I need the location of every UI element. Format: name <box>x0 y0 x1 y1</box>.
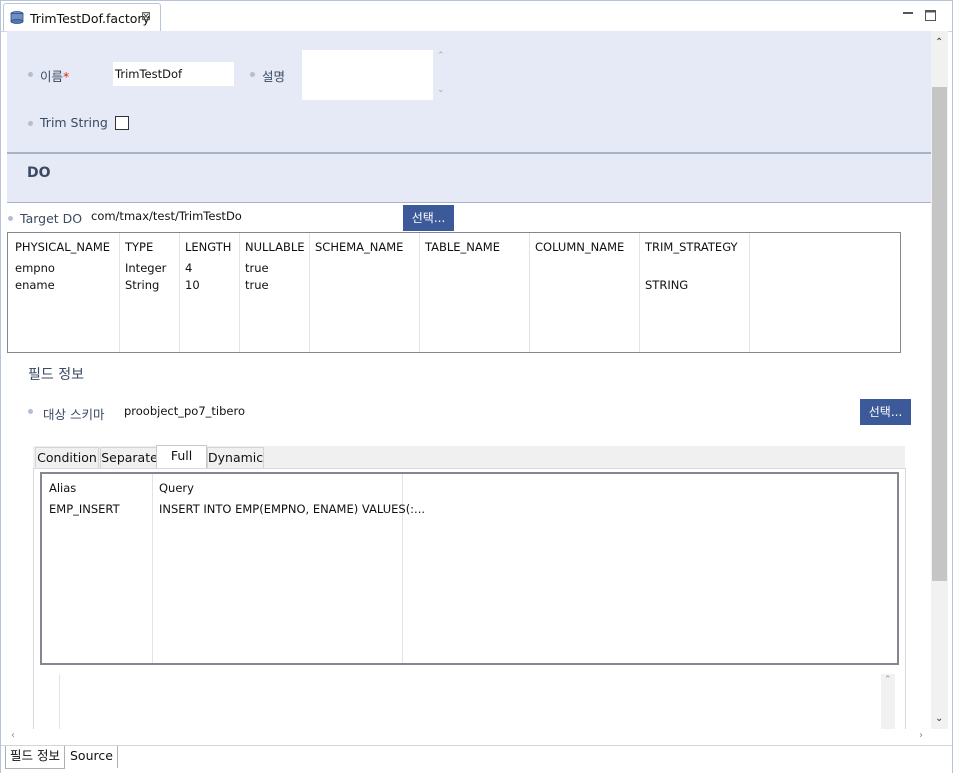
table-cell[interactable]: 10 <box>185 278 200 292</box>
tab-separate[interactable]: Separate <box>100 447 159 468</box>
column-header-type[interactable]: TYPE <box>125 240 153 254</box>
table-cell[interactable]: STRING <box>645 278 688 292</box>
section-divider <box>7 202 931 203</box>
table-cell[interactable]: 4 <box>185 261 192 275</box>
table-cell[interactable]: true <box>245 278 269 292</box>
editor-window: TrimTestDof.factory ⊠ 이름* 설명 ⌃ ⌄ Trim St… <box>0 0 953 773</box>
column-header-query[interactable]: Query <box>159 481 194 495</box>
description-scroll-up-icon[interactable]: ⌃ <box>437 51 445 61</box>
table-cell[interactable]: EMP_INSERT <box>49 502 120 516</box>
column-header-column-name[interactable]: COLUMN_NAME <box>535 240 624 254</box>
scroll-up-icon[interactable]: ⌃ <box>884 675 892 685</box>
target-schema-input[interactable] <box>122 399 846 423</box>
scroll-left-icon[interactable]: ‹ <box>11 730 15 741</box>
scroll-down-icon[interactable]: ⌄ <box>935 713 943 724</box>
trim-string-label: Trim String <box>40 115 108 130</box>
bullet-icon <box>8 216 13 221</box>
required-marker: * <box>63 69 70 84</box>
description-scroll-down-icon[interactable]: ⌄ <box>437 85 445 95</box>
bullet-icon <box>28 121 33 126</box>
schema-select-button[interactable]: 선택... <box>860 399 911 425</box>
horizontal-scrollbar[interactable]: ‹ › <box>7 729 931 745</box>
bullet-icon <box>28 72 33 77</box>
table-cell[interactable]: Integer <box>125 261 166 275</box>
query-table[interactable]: Alias Query EMP_INSERT INSERT INTO EMP(E… <box>40 472 899 665</box>
bullet-icon <box>28 409 33 414</box>
bullet-icon <box>250 72 255 77</box>
close-icon[interactable]: ⊠ <box>141 9 151 23</box>
column-header-length[interactable]: LENGTH <box>185 240 231 254</box>
column-header-alias[interactable]: Alias <box>49 481 76 495</box>
trim-string-checkbox[interactable] <box>115 116 129 130</box>
tab-source[interactable]: Source <box>66 746 118 768</box>
table-cell[interactable]: ename <box>15 278 55 292</box>
editor-tab-title: TrimTestDof.factory <box>30 11 150 26</box>
field-info-heading: 필드 정보 <box>28 367 84 383</box>
name-label: 이름* <box>40 69 70 84</box>
basic-info-section <box>7 31 931 152</box>
target-schema-label: 대상 스키마 <box>43 407 105 422</box>
target-do-label: Target DO <box>20 211 83 226</box>
scroll-right-icon[interactable]: › <box>919 730 923 741</box>
name-input[interactable] <box>113 62 234 86</box>
column-header-nullable[interactable]: NULLABLE <box>245 240 305 254</box>
table-cell[interactable]: true <box>245 261 269 275</box>
scroll-up-icon[interactable]: ⌃ <box>935 37 943 48</box>
do-heading: DO <box>27 165 51 181</box>
table-cell[interactable]: empno <box>15 261 55 275</box>
tab-field-info[interactable]: 필드 정보 <box>5 746 65 769</box>
bottom-page-tabs: 필드 정보 Source <box>1 745 952 773</box>
column-header-schema-name[interactable]: SCHEMA_NAME <box>315 240 403 254</box>
maximize-icon[interactable] <box>925 10 936 21</box>
column-header-table-name[interactable]: TABLE_NAME <box>425 240 500 254</box>
scrollbar-thumb[interactable] <box>932 87 947 581</box>
description-input[interactable] <box>302 50 433 100</box>
description-label: 설명 <box>262 69 286 84</box>
editor-tab-trimtestdof[interactable]: TrimTestDof.factory ⊠ <box>3 3 161 31</box>
table-cell[interactable]: INSERT INTO EMP(EMPNO, ENAME) VALUES(:..… <box>159 502 425 516</box>
vertical-scrollbar[interactable]: ⌃ ⌄ <box>931 31 948 729</box>
tab-dynamic[interactable]: Dynamic <box>207 447 264 468</box>
target-do-input[interactable] <box>89 204 393 228</box>
factory-file-icon <box>10 11 24 24</box>
do-fields-table[interactable]: PHYSICAL_NAME TYPE LENGTH NULLABLE SCHEM… <box>7 232 901 353</box>
table-cell[interactable]: String <box>125 278 159 292</box>
form-editor-content: 이름* 설명 ⌃ ⌄ Trim String DO Target DO 선택..… <box>7 31 931 744</box>
target-do-select-button[interactable]: 선택... <box>403 205 454 231</box>
tab-condition[interactable]: Condition <box>35 447 99 468</box>
column-header-physical-name[interactable]: PHYSICAL_NAME <box>15 240 110 254</box>
minimize-icon[interactable] <box>903 9 913 17</box>
do-section-header <box>7 154 931 202</box>
target-do-extra-field <box>457 204 468 228</box>
column-header-trim-strategy[interactable]: TRIM_STRATEGY <box>645 240 738 254</box>
tab-full[interactable]: Full <box>156 445 207 470</box>
editor-tab-bar: TrimTestDof.factory ⊠ <box>1 1 952 32</box>
